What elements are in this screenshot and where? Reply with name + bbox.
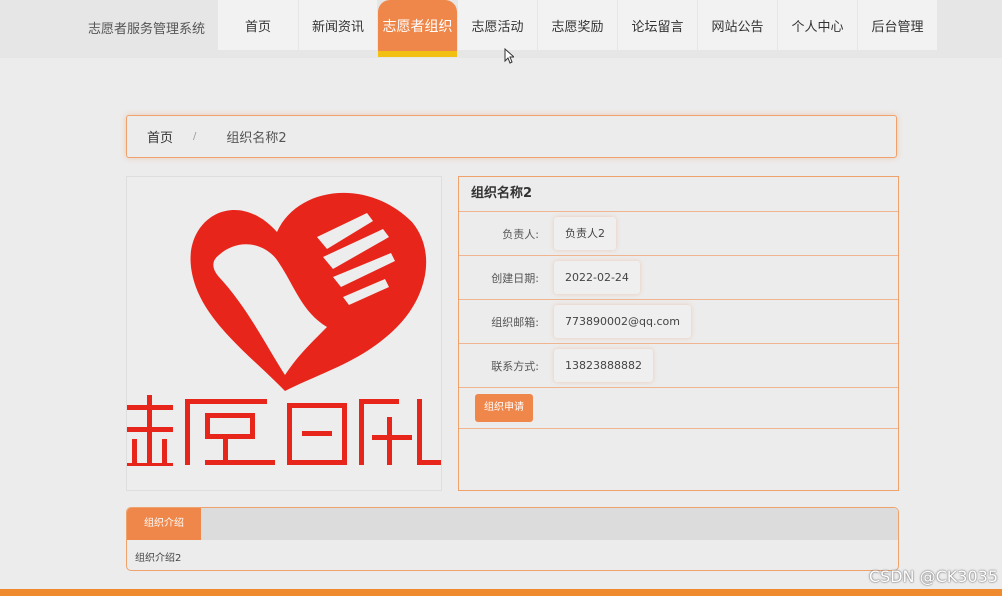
top-navbar: 志愿者服务管理系统 首页 新闻资讯 志愿者组织 志愿活动 志愿奖励 论坛留言 网…: [0, 0, 1002, 58]
org-info-panel: 组织名称2 负责人: 负责人2 创建日期: 2022-02-24 组织邮箱: 7…: [458, 176, 899, 491]
org-image: [126, 176, 442, 491]
apply-row: 组织申请: [459, 388, 898, 429]
email-value: 773890002@qq.com: [554, 305, 691, 338]
nav-home[interactable]: 首页: [218, 0, 298, 50]
nav-activities[interactable]: 志愿活动: [458, 0, 537, 50]
nav-announcements[interactable]: 网站公告: [698, 0, 777, 50]
watermark: CSDN @CK3035: [868, 567, 998, 586]
org-apply-button[interactable]: 组织申请: [475, 394, 533, 422]
nav-rewards[interactable]: 志愿奖励: [538, 0, 617, 50]
mouse-cursor-icon: [504, 47, 516, 68]
created-date-label: 创建日期:: [491, 271, 539, 285]
org-tabs: 组织介绍 组织介绍2: [126, 507, 899, 571]
info-row-contact: 联系方式: 13823888882: [459, 344, 898, 388]
tab-content: 组织介绍2: [135, 553, 182, 564]
info-row-leader: 负责人: 负责人2: [459, 212, 898, 256]
nav-admin[interactable]: 后台管理: [858, 0, 937, 50]
footer-bar: [0, 589, 1002, 596]
nav-forum[interactable]: 论坛留言: [618, 0, 697, 50]
created-date-value: 2022-02-24: [554, 261, 640, 294]
org-name-title: 组织名称2: [459, 177, 898, 212]
breadcrumb-current: 组织名称2: [226, 131, 287, 146]
contact-value: 13823888882: [554, 349, 653, 382]
site-brand[interactable]: 志愿者服务管理系统: [88, 18, 205, 37]
leader-value: 负责人2: [554, 217, 616, 250]
contact-label: 联系方式:: [491, 359, 539, 373]
breadcrumb: 首页 / 组织名称2: [126, 115, 897, 158]
nav-news[interactable]: 新闻资讯: [299, 0, 377, 50]
breadcrumb-home-link[interactable]: 首页: [147, 127, 173, 146]
heart-hand-logo-icon: [127, 192, 441, 466]
info-row-created-date: 创建日期: 2022-02-24: [459, 256, 898, 300]
tab-org-intro[interactable]: 组织介绍: [127, 508, 201, 540]
nav-volunteer-org[interactable]: 志愿者组织: [378, 0, 457, 57]
email-label: 组织邮箱:: [491, 315, 539, 329]
info-row-email: 组织邮箱: 773890002@qq.com: [459, 300, 898, 344]
main-nav: 首页 新闻资讯 志愿者组织 志愿活动 志愿奖励 论坛留言 网站公告 个人中心 后…: [218, 0, 937, 57]
nav-personal-center[interactable]: 个人中心: [778, 0, 857, 50]
tab-header: 组织介绍: [127, 508, 898, 540]
leader-label: 负责人:: [502, 227, 539, 241]
breadcrumb-separator: /: [193, 131, 197, 142]
